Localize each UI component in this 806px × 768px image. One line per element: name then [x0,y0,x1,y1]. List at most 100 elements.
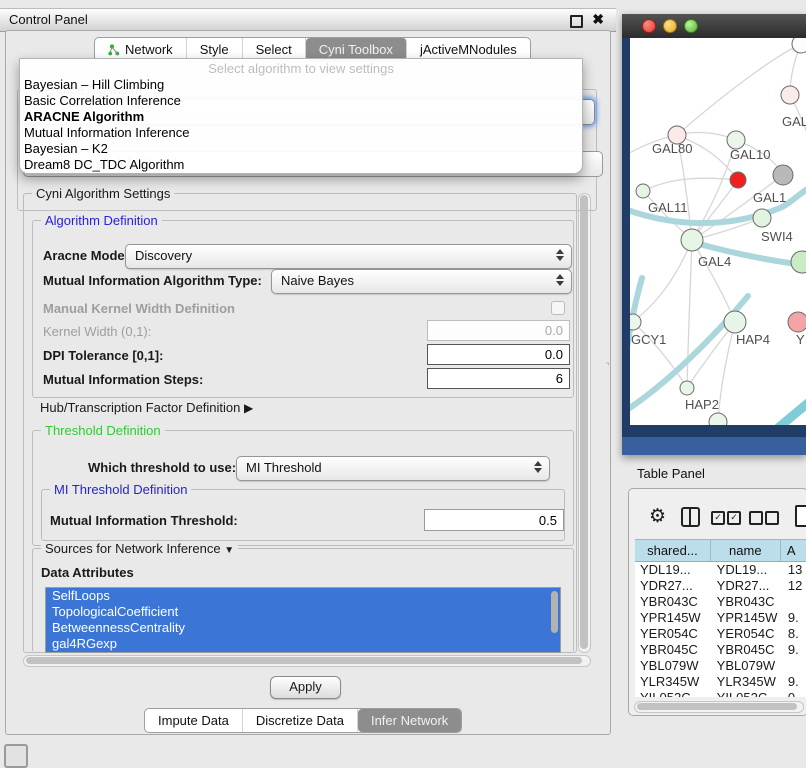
mi-threshold-input[interactable] [424,509,564,531]
table-row[interactable]: YLR345WYLR345W9. [635,674,806,690]
table-row[interactable]: YPR145WYPR145W9. [635,610,806,626]
table-panel-title: Table Panel [637,466,705,481]
table-row[interactable]: YER054CYER054C8. [635,626,806,642]
cell: YER054C [712,626,783,642]
new-table-icon[interactable] [795,505,806,527]
algorithm-option-selected[interactable]: ARACNE Algorithm [20,109,582,125]
tab-jactivemnodules-label: jActiveMNodules [420,42,517,57]
which-threshold-label: Which threshold to use: [88,460,236,475]
table-row[interactable]: YBR045CYBR045C9. [635,642,806,658]
gear-icon[interactable]: ⚙ [649,505,666,527]
manual-kernel-width-checkbox[interactable] [551,301,565,315]
sources-legend[interactable]: Sources for Network Inference ▼ [41,541,238,556]
tab-discretize-data[interactable]: Discretize Data [243,709,358,732]
tab-network-label: Network [125,42,173,57]
aracne-mode-label: Aracne Mode: [43,248,129,263]
column-header-partial[interactable]: A [781,540,806,561]
cell: 8. [783,626,806,642]
which-threshold-combobox[interactable]: MI Threshold [236,456,550,481]
node-gray[interactable] [773,165,793,185]
node-partial-top[interactable] [792,38,806,53]
mi-threshold-definition-legend: MI Threshold Definition [50,482,191,497]
algorithm-option[interactable]: Bayesian – Hill Climbing [20,77,582,93]
node-label-gal1: GAL1 [753,190,786,205]
control-panel-title: Control Panel [9,12,88,27]
split-view-icon[interactable] [681,507,700,527]
list-item[interactable]: BetweennessCentrality [46,620,560,636]
cell: 9. [783,610,806,626]
node-swi4[interactable] [791,251,806,273]
cell: YBR043C [712,594,783,610]
node-small-left[interactable] [636,184,650,198]
node-gal-partial[interactable] [781,86,799,104]
node-partial-bottom[interactable] [709,413,727,425]
list-item[interactable]: gal4RGexp [46,636,560,652]
select-all-checkbox-icon[interactable]: ✓ [711,511,725,525]
network-window-titlebar[interactable] [622,14,806,38]
node-label-swi4: SWI4 [761,229,793,244]
tab-impute-data[interactable]: Impute Data [145,709,243,732]
column-header-shared[interactable]: shared... [635,540,711,561]
deselect-all-checkbox-icon[interactable] [749,511,763,525]
horizontal-scrollbar[interactable] [23,655,591,667]
zoom-traffic-light-icon[interactable] [684,19,698,33]
minimize-traffic-light-icon[interactable] [663,19,677,33]
close-icon[interactable]: ✖ [592,11,604,28]
node-salmon[interactable] [788,312,806,332]
threshold-definition-legend: Threshold Definition [41,423,165,438]
dpi-tolerance-input[interactable] [427,344,570,365]
node-label-gal80: GAL80 [652,141,692,156]
algorithm-option[interactable]: Basic Correlation Inference [20,93,582,109]
table-row[interactable]: YIL052CYIL052C0. [635,690,806,697]
kernel-width-input[interactable] [427,320,570,341]
cell: 0. [783,690,806,697]
algorithm-option[interactable]: Dream8 DC_TDC Algorithm [20,157,582,173]
deselect-all-checkbox-icon[interactable] [765,511,779,525]
node-gcy1[interactable] [630,314,641,330]
minimized-panel-icon[interactable] [4,744,28,768]
hub-definition-toggle[interactable]: Hub/Transcription Factor Definition ▶ [40,400,253,415]
network-edge [778,398,806,425]
network-edge [718,322,735,422]
cell: YDR27... [635,578,712,594]
list-item[interactable]: SelfLoops [46,588,560,604]
node-red[interactable] [730,172,746,188]
combo-spinner-icon [556,274,564,286]
tab-impute-data-label: Impute Data [158,713,229,728]
aracne-mode-combobox[interactable]: Discovery [125,244,572,269]
table-horizontal-scrollbar[interactable] [634,701,804,713]
float-window-icon[interactable] [570,15,583,28]
network-icon [108,44,120,56]
tab-infer-network[interactable]: Infer Network [358,709,461,732]
cell: 13 [783,562,806,578]
algorithm-option[interactable]: Bayesian – K2 [20,141,582,157]
list-item[interactable]: TopologicalCoefficient [46,604,560,620]
column-header-name[interactable]: name [711,540,781,561]
node-hap4[interactable] [724,311,746,333]
close-traffic-light-icon[interactable] [642,19,656,33]
cell: YBL079W [635,658,712,674]
node-gal4[interactable] [681,229,703,251]
cell: 9. [783,642,806,658]
table-row[interactable]: YBL079WYBL079W [635,658,806,674]
table-row[interactable]: YDR27...YDR27...12 [635,578,806,594]
table-row[interactable]: YBR043CYBR043C [635,594,806,610]
cyni-algorithm-settings-group: Cyni Algorithm Settings Algorithm Defini… [23,193,577,653]
mi-steps-label: Mutual Information Steps: [43,372,203,387]
network-canvas[interactable]: GAL80 GAL10 GAL11 GAL1 SWI4 GAL4 GCY1 HA… [630,38,806,425]
mi-algorithm-type-combobox[interactable]: Naive Bayes [271,269,572,294]
node-gal1[interactable] [753,209,771,227]
list-scrollbar[interactable] [551,591,558,633]
table-row[interactable]: YDL19...YDL19...13 [635,562,806,578]
vertical-scrollbar[interactable] [578,193,591,653]
node-hap2[interactable] [680,381,694,395]
select-all-checkbox-icon[interactable]: ✓ [727,511,741,525]
tab-style-label: Style [200,42,229,57]
apply-button[interactable]: Apply [270,676,341,699]
mi-steps-input[interactable] [427,368,570,389]
algorithm-option[interactable]: Mutual Information Inference [20,125,582,141]
mi-threshold-label: Mutual Information Threshold: [50,513,238,528]
node-label-gal: GAL [782,114,806,129]
which-threshold-value: MI Threshold [246,460,322,475]
combo-spinner-icon [556,249,564,261]
